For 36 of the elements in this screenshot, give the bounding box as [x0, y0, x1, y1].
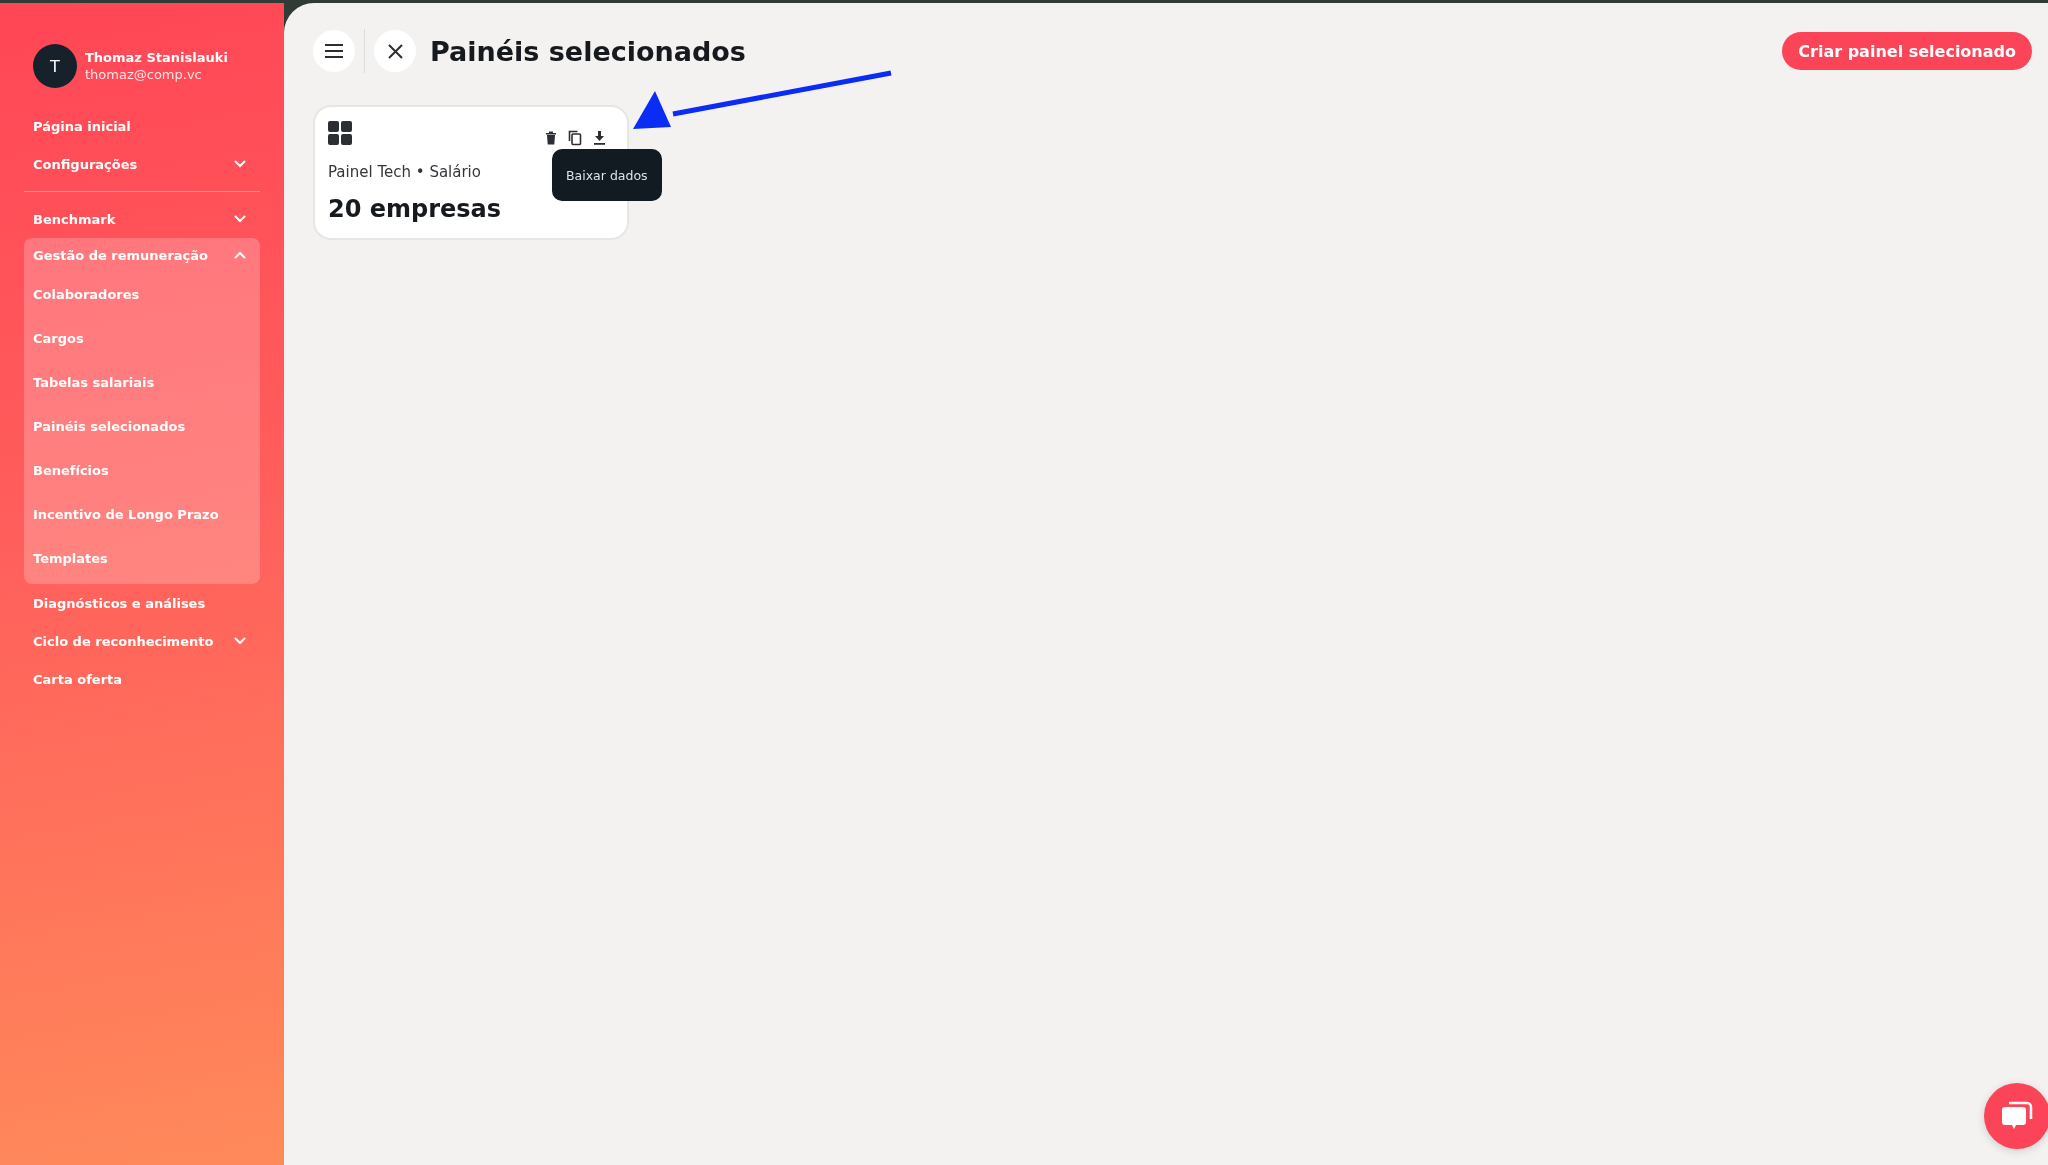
nav-item[interactable]: Diagnósticos e análises	[24, 584, 260, 622]
chevron-icon	[234, 251, 246, 259]
menu-icon	[325, 44, 343, 58]
chat-button[interactable]	[1984, 1083, 2048, 1149]
create-panel-button[interactable]: Criar painel selecionado	[1782, 32, 2032, 70]
nav-subitem[interactable]: Tabelas salariais	[24, 360, 260, 404]
panel-subtitle: Painel Tech • Salário	[328, 163, 481, 181]
nav-subitem[interactable]: Incentivo de Longo Prazo	[24, 492, 260, 536]
chevron-icon	[234, 160, 246, 168]
chevron-icon	[234, 637, 246, 645]
nav-item[interactable]: Benchmark	[24, 200, 260, 238]
close-button[interactable]	[374, 30, 416, 72]
copy-icon[interactable]	[568, 130, 582, 146]
chevron-icon	[234, 215, 246, 223]
nav-item[interactable]: Página inicial	[24, 107, 260, 145]
tooltip: Baixar dados	[552, 149, 662, 201]
nav-subitem[interactable]: Painéis selecionados	[24, 404, 260, 448]
close-icon	[387, 43, 403, 59]
company-count: 20 empresas	[328, 195, 502, 223]
nav-item[interactable]: Carta oferta	[24, 660, 260, 698]
nav-subitem[interactable]: Benefícios	[24, 448, 260, 492]
trash-icon[interactable]	[545, 131, 557, 145]
download-icon[interactable]	[593, 131, 606, 145]
chat-icon	[2001, 1101, 2033, 1131]
nav-subitem[interactable]: Cargos	[24, 316, 260, 360]
nav-subitem[interactable]: Templates	[24, 536, 260, 580]
nav-subitem[interactable]: Colaboradores	[24, 272, 260, 316]
nav-item[interactable]: Gestão de remuneração	[24, 238, 260, 272]
nav-item[interactable]: Configurações	[24, 145, 260, 183]
user-email: thomaz@comp.vc	[85, 67, 203, 82]
grid-icon	[328, 121, 352, 145]
avatar: T	[33, 44, 77, 88]
menu-button[interactable]	[313, 30, 355, 72]
user-name: Thomaz Stanislauki	[85, 50, 228, 65]
nav-item[interactable]: Ciclo de reconhecimento	[24, 622, 260, 660]
page-title: Painéis selecionados	[430, 35, 747, 67]
